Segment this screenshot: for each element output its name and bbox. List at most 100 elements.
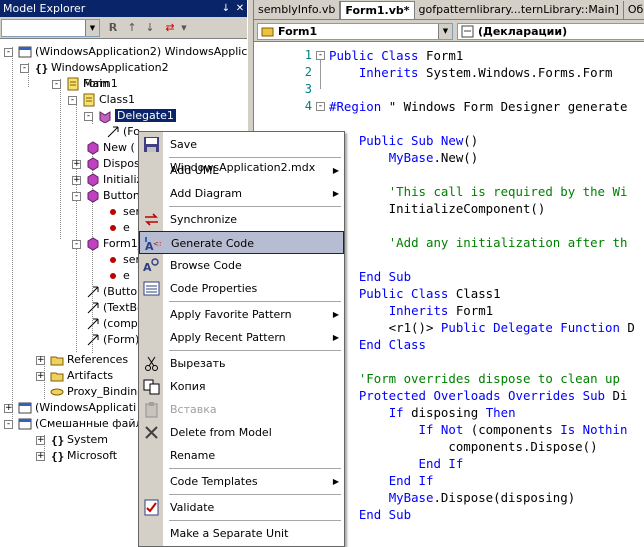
menu-item-code-properties[interactable]: Code Properties xyxy=(139,277,344,300)
code-keyword: End Sub xyxy=(358,269,412,284)
submenu-arrow-icon: ▶ xyxy=(332,189,339,198)
tree-node[interactable]: {} Microsoft xyxy=(50,448,117,464)
member-combo[interactable]: (Декларации) xyxy=(457,23,644,40)
tree-node[interactable]: Proxy_Binding xyxy=(50,384,144,400)
menu-item-synchronize[interactable]: Synchronize xyxy=(139,208,344,231)
tree-node[interactable]: (Form) xyxy=(86,332,139,348)
tree-node[interactable]: {} WindowsApplication2 xyxy=(34,60,169,76)
expand-toggle[interactable]: + xyxy=(72,176,81,185)
tree-node[interactable]: (WindowsApplicati xyxy=(18,400,136,416)
tree-node[interactable]: Form1_ xyxy=(86,236,143,252)
folder-icon xyxy=(50,372,64,382)
tree-node[interactable]: (Смешанные файл xyxy=(18,416,143,432)
collapse-toggle[interactable]: - xyxy=(84,112,93,121)
tree-node[interactable]: sen xyxy=(106,204,142,220)
menu-item-code-templates[interactable]: Code Templates ▶ xyxy=(139,470,344,493)
tree-node[interactable]: (TextBo xyxy=(86,300,144,316)
document-tab[interactable]: Обзор xyxy=(624,1,644,19)
menu-item-delete-from-model[interactable]: Delete from Model xyxy=(139,421,344,444)
code-text: InitializeComponent() xyxy=(329,201,546,216)
tree-node[interactable]: (compo xyxy=(86,316,145,332)
tree-node[interactable]: (Fo xyxy=(106,124,140,140)
code-line: Protected Overloads Overrides Sub Di xyxy=(329,387,628,404)
fold-toggle[interactable]: - xyxy=(316,51,325,60)
expand-toggle[interactable]: + xyxy=(36,436,45,445)
menu-item-validate[interactable]: Validate xyxy=(139,496,344,519)
menu-item-browse-code[interactable]: A Browse Code xyxy=(139,254,344,277)
expand-toggle[interactable]: + xyxy=(72,160,81,169)
expand-toggle[interactable]: + xyxy=(4,404,13,413)
code-keyword: End If xyxy=(388,473,434,488)
submenu-arrow-icon: ▶ xyxy=(332,333,339,342)
menu-separator xyxy=(169,206,341,207)
chevron-down-icon[interactable]: ▼ xyxy=(85,20,99,36)
collapse-toggle[interactable]: - xyxy=(72,240,81,249)
link-icon xyxy=(107,126,119,138)
tree-node[interactable]: sen xyxy=(106,252,142,268)
menu-item-копия[interactable]: Копия xyxy=(139,375,344,398)
menu-separator xyxy=(169,301,341,302)
chevron-down-icon[interactable]: ▼ xyxy=(176,20,192,36)
menu-item-add-diagram[interactable]: Add Diagram ▶ xyxy=(139,182,344,205)
filter-combo[interactable]: ▼ xyxy=(1,19,100,37)
tree-node[interactable]: Button xyxy=(86,188,140,204)
document-tab[interactable]: semblyInfo.vb xyxy=(254,1,341,19)
tree-node[interactable]: Form1 xyxy=(66,76,118,92)
tree-node-label: Form1 xyxy=(83,77,118,90)
collapse-toggle[interactable]: - xyxy=(52,80,61,89)
arrow-down-icon[interactable]: ↓ xyxy=(142,20,158,36)
tree-node[interactable]: e xyxy=(106,220,130,236)
filter-icon[interactable]: 𝗥 xyxy=(105,20,121,36)
pin-icon[interactable]: ↓ xyxy=(219,3,233,14)
collapse-toggle[interactable]: - xyxy=(72,192,81,201)
tree-node[interactable]: Initializ xyxy=(86,172,142,188)
expand-toggle[interactable]: + xyxy=(36,452,45,461)
tree-node[interactable]: Class1 xyxy=(82,92,135,108)
class-icon xyxy=(67,77,79,91)
tree-node-label: Delegate1 xyxy=(115,109,176,122)
menu-item-вырезать[interactable]: Вырезать xyxy=(139,352,344,375)
code-keyword: Public Sub xyxy=(358,133,441,148)
delete-icon xyxy=(145,426,158,439)
menu-item-add-uml[interactable]: Add UML ▶ xyxy=(139,159,344,182)
tree-node[interactable]: {} System xyxy=(50,432,108,448)
code-text: System.Windows.Forms.Form xyxy=(425,65,613,80)
panel-title: Model Explorer xyxy=(3,2,86,15)
code-keyword: Public Delegate Function xyxy=(440,320,628,335)
code-text: Class1 xyxy=(455,286,501,301)
collapse-toggle[interactable]: - xyxy=(4,420,13,429)
expand-toggle[interactable]: + xyxy=(36,356,45,365)
menu-item-save-windowsapplication2-mdx[interactable]: Save WindowsApplication2.mdx xyxy=(139,133,344,174)
tree-node-label: New ( xyxy=(103,141,135,154)
collapse-toggle[interactable]: - xyxy=(68,96,77,105)
code-text: components.Dispose() xyxy=(329,439,598,454)
menu-item-make-a-separate-unit[interactable]: Make a Separate Unit xyxy=(139,522,344,545)
fold-toggle[interactable]: - xyxy=(316,102,325,111)
collapse-toggle[interactable]: - xyxy=(4,48,13,57)
tree-node[interactable]: (Button xyxy=(86,284,144,300)
class-combo[interactable]: Form1 ▼ xyxy=(257,23,453,40)
menu-item-apply-favorite-pattern[interactable]: Apply Favorite Pattern ▶ xyxy=(139,303,344,326)
link-icon xyxy=(87,302,99,314)
document-tab[interactable]: gofpatternlibrary...ternLibrary::Main] xyxy=(415,1,624,19)
tree-node[interactable]: e xyxy=(106,268,130,284)
tree-node-label: e xyxy=(123,221,130,234)
tree-node[interactable]: Artifacts xyxy=(50,368,113,384)
menu-item-label: Копия xyxy=(170,380,206,393)
menu-item-apply-recent-pattern[interactable]: Apply Recent Pattern ▶ xyxy=(139,326,344,349)
tree-node[interactable]: New ( xyxy=(86,140,135,156)
context-menu: Save WindowsApplication2.mdx Add UML ▶ Add … xyxy=(138,131,345,547)
menu-item-label: Apply Favorite Pattern xyxy=(170,308,292,321)
chevron-down-icon[interactable]: ▼ xyxy=(438,24,452,39)
tree-node[interactable]: (WindowsApplication2) WindowsApplicа xyxy=(18,44,254,60)
arrow-up-icon[interactable]: ↑ xyxy=(124,20,140,36)
expand-toggle[interactable]: + xyxy=(36,372,45,381)
code-keyword: Inherits xyxy=(388,303,456,318)
tree-node[interactable]: References xyxy=(50,352,128,368)
close-icon[interactable]: ✕ xyxy=(233,3,247,14)
document-tab[interactable]: Form1.vb* xyxy=(340,1,415,19)
collapse-toggle[interactable]: - xyxy=(20,64,29,73)
menu-item-generate-code[interactable]: A<> Generate Code xyxy=(139,231,344,254)
menu-item-rename[interactable]: Rename xyxy=(139,444,344,467)
tree-node[interactable]: Delegate1 xyxy=(98,108,176,124)
